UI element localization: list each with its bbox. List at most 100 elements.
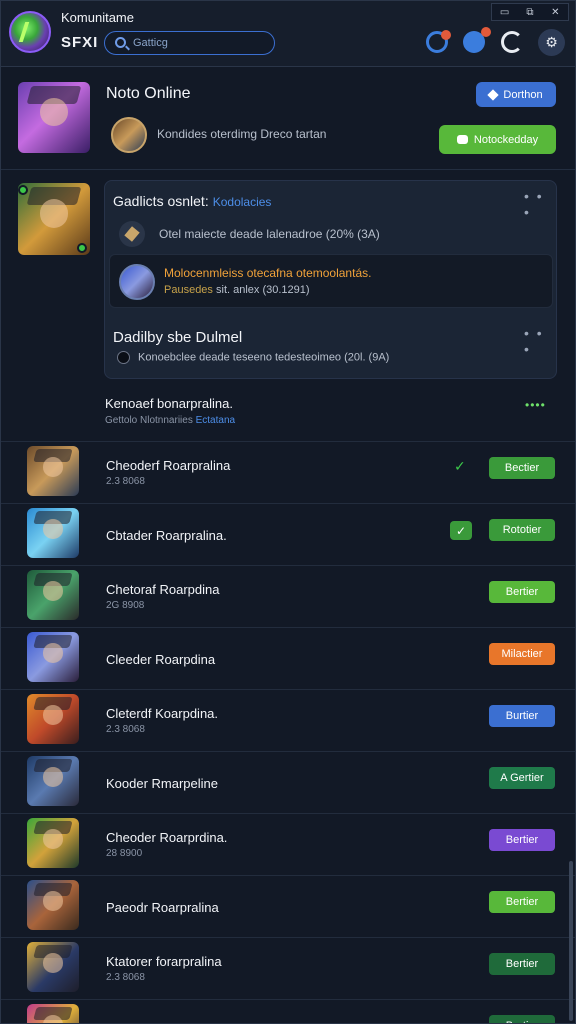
list-item-name: Cbtader Roarpralina. [106, 528, 227, 543]
app-logo[interactable] [9, 11, 51, 53]
list-item-avatar[interactable] [27, 446, 79, 496]
user-icon [117, 351, 130, 364]
list-item-name: Cleterdf Koarpdina. [106, 706, 219, 721]
notifications-icon[interactable] [426, 30, 451, 53]
list-item-name: Cheoder Roarprdina. [106, 830, 228, 845]
list-item[interactable]: Cleterdf Koarpdina. 2.3 8068 Burtier [1, 689, 575, 751]
profile-avatar[interactable] [18, 82, 90, 153]
window-maximize-button[interactable]: ⧉ [521, 7, 539, 18]
highlight-detail-a: Pausedes [164, 284, 213, 296]
list-item-action-button[interactable]: A Gertier [489, 767, 555, 789]
list-item-action-button[interactable]: Bertier [489, 953, 555, 975]
list-item-avatar[interactable] [27, 942, 79, 992]
profile-description: Kondides oterdimg Dreco tartan [157, 127, 327, 141]
list-item[interactable]: Ktatorer forarpralina 2.3 8068 Bertier [1, 937, 575, 999]
feed-card-title-link[interactable]: Kodolacies [213, 195, 272, 209]
profile-small-avatar[interactable] [111, 117, 147, 153]
more-options-icon-2[interactable]: • • • [524, 325, 556, 357]
checkbox-checked-icon[interactable]: ✓ [450, 521, 472, 540]
feed-card-subtext: Konoebclee deade teseeno tedesteoimeo (2… [117, 351, 389, 364]
online-indicator [18, 185, 28, 195]
highlight-title: Molocenmleiss otecafna otemoolantás. [164, 266, 372, 280]
scrollbar[interactable] [569, 861, 573, 1021]
list-item-action-button[interactable]: Burtier [489, 705, 555, 727]
feed-item-text: Otel maiecte deade lalenadroe (20% (3A) [159, 227, 380, 241]
chat-icon [456, 135, 468, 144]
logo-mark [18, 22, 42, 42]
list-item[interactable]: Cbtader Roarpralina. ✓ Rototier [1, 503, 575, 565]
section-subtitle: Gettolo Nlotnnariies Ectatana [105, 415, 235, 426]
notification-badge [441, 30, 451, 40]
highlight-item[interactable]: Molocenmleiss otecafna otemoolantás. Pau… [109, 254, 553, 308]
messages-icon[interactable] [463, 27, 491, 53]
list-item-meta: 2.3 8068 [106, 476, 145, 487]
search-icon [115, 37, 126, 48]
list-item[interactable]: Rhodaf RoarpralinaBertier [1, 999, 575, 1023]
feed-card-subtext-label: Konoebclee deade teseeno tedesteoimeo (2… [138, 351, 390, 364]
list-item-avatar[interactable] [27, 508, 79, 558]
divider [1, 169, 575, 170]
diamond-icon [487, 88, 500, 101]
app-window: Komunitame SFXI ▭ ⧉ ✕ ⚙ Noto Online Kond… [0, 0, 576, 1024]
highlight-avatar [119, 264, 155, 300]
list-item-avatar[interactable] [27, 694, 79, 744]
search-input[interactable] [133, 35, 268, 51]
app-subtitle: SFXI [61, 34, 99, 51]
list-item[interactable]: Cleeder Roarpdina Milactier [1, 627, 575, 689]
list-item-meta: 2.3 8068 [106, 972, 145, 983]
list-item-meta: 28 8900 [106, 848, 143, 859]
list-item[interactable]: Kooder Rmarpeline A Gertier [1, 751, 575, 813]
message-badge [481, 27, 491, 37]
settings-icon[interactable]: ⚙ [538, 29, 565, 56]
highlight-detail: Pausedes sit. anlex (30.1291) [164, 284, 310, 296]
status-indicator [77, 243, 87, 253]
window-minimize-button[interactable]: ▭ [496, 7, 514, 18]
primary-action-button[interactable]: Dorthon [476, 82, 556, 107]
section-more-icon[interactable]: •••• [525, 398, 546, 412]
list-item-avatar[interactable] [27, 632, 79, 682]
list-item-avatar[interactable] [27, 756, 79, 806]
highlight-detail-b: sit. anlex (30.1291) [216, 284, 310, 296]
list-item[interactable]: Cheoderf Roarpralina 2.3 8068 ✓ Bectier [1, 441, 575, 503]
list-item[interactable]: Chetoraf Roarpdina 2G 8908 Bertier [1, 565, 575, 627]
list-item[interactable]: Paeodr Roarpralina Bertier [1, 875, 575, 937]
list-item-action-button[interactable]: Bertier [489, 829, 555, 851]
list-item-action-button[interactable]: Milactier [489, 643, 555, 665]
window-close-button[interactable]: ✕ [546, 7, 564, 18]
list-item-avatar[interactable] [27, 1004, 79, 1023]
list-item-action-button[interactable]: Bertier [489, 891, 555, 913]
feed-card-title-text: Gadlicts osnlet: [113, 193, 209, 209]
list-item-meta: 2.3 8068 [106, 724, 145, 735]
feed-card: Gadlicts osnlet: Kodolacies • • • Otel ma… [104, 180, 557, 379]
list-item[interactable]: Cheoder Roarprdina. 28 8900 Bertier [1, 813, 575, 875]
list-item-name: Cheoderf Roarpralina [106, 458, 231, 473]
list-item-name: Ktatorer forarpralina [106, 954, 222, 969]
more-options-icon[interactable]: • • • [524, 188, 556, 220]
list-item-avatar[interactable] [27, 880, 79, 930]
feed-card-title: Gadlicts osnlet: Kodolacies [113, 193, 271, 209]
list-item-avatar[interactable] [27, 570, 79, 620]
section-subtitle-a: Gettolo Nlotnnariies [105, 415, 193, 426]
list-item-action-button[interactable]: Bectier [489, 457, 555, 479]
secondary-action-label: Notockedday [473, 133, 539, 146]
list-item-meta: 2G 8908 [106, 600, 145, 611]
section-subtitle-link[interactable]: Ectatana [196, 415, 235, 426]
app-title: Komunitame [61, 10, 134, 25]
top-bar: Komunitame SFXI ▭ ⧉ ✕ ⚙ [1, 1, 575, 67]
list-item-action-button[interactable]: Bertier [489, 1015, 555, 1023]
pencil-icon [119, 221, 145, 247]
primary-action-label: Dorthon [503, 88, 543, 101]
window-controls: ▭ ⧉ ✕ [491, 3, 569, 21]
section-title: Kenoaef bonarpralina. [105, 396, 233, 411]
list-item-name: Paeodr Roarpralina [106, 900, 219, 915]
refresh-icon[interactable] [501, 31, 523, 53]
list-item-name: Cleeder Roarpdina [106, 652, 216, 667]
secondary-action-button[interactable]: Notockedday [439, 125, 556, 154]
list-item-action-button[interactable]: Bertier [489, 581, 555, 603]
profile-status: Noto Online [106, 85, 191, 102]
search-box[interactable] [104, 31, 275, 55]
feed-item[interactable]: Otel maiecte deade lalenadroe (20% (3A) [117, 219, 547, 249]
list-item-action-button[interactable]: Rototier [489, 519, 555, 541]
check-icon: ✓ [454, 458, 466, 474]
list-item-avatar[interactable] [27, 818, 79, 868]
